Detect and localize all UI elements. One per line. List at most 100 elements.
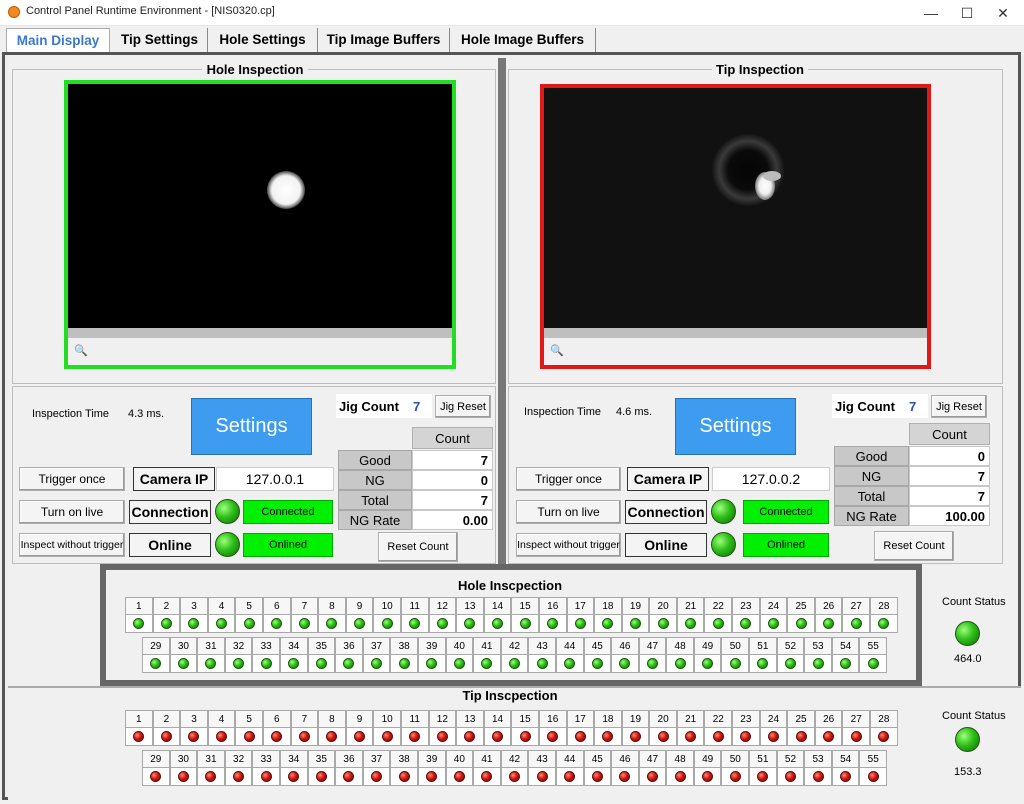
tip-jig-cell: 21 [676, 710, 705, 746]
tip-jig-number: 15 [512, 711, 538, 728]
zoom-icon[interactable]: 🔍 [74, 344, 88, 357]
hole-jig-reset-button[interactable]: Jig Reset [435, 395, 491, 418]
tip-inspect-without-trigger-button[interactable]: Inspect without trigger [516, 533, 621, 557]
tip-jig-number: 22 [705, 711, 732, 728]
hole-jig-cell: 38 [390, 637, 418, 673]
hole-jig-cell: 50 [721, 637, 750, 673]
zoom-icon[interactable]: 🔍 [550, 344, 564, 357]
hole-count-header: Count [412, 427, 493, 449]
tip-jig-number: 24 [760, 711, 787, 728]
tip-jig-cell: 46 [611, 750, 639, 786]
hole-jig-number: 31 [198, 638, 224, 655]
tip-spot-graphic [712, 134, 784, 206]
hole-jig-led [233, 658, 245, 669]
hole-jig-number: 37 [363, 638, 390, 655]
tip-jig-number: 55 [860, 751, 887, 768]
hole-image-scrollbar[interactable] [68, 328, 452, 338]
hole-jig-led [840, 658, 852, 669]
tip-good-label: Good [834, 446, 909, 466]
tip-jig-cell: 39 [417, 750, 446, 786]
minimize-button[interactable]: — [914, 0, 948, 26]
hole-connection-status: Connected [243, 500, 333, 524]
tip-jig-number: 17 [567, 711, 594, 728]
hole-reset-count-button[interactable]: Reset Count [378, 532, 458, 562]
tip-grid-title: Tip Inscpection [440, 688, 580, 703]
hole-jig-indicator-cell [622, 615, 649, 632]
tip-jig-cell: 36 [335, 750, 363, 786]
tab-tip-image-buffers[interactable]: Tip Image Buffers [318, 28, 450, 52]
tip-jig-led [371, 771, 383, 782]
hole-jig-cell: 43 [528, 637, 556, 673]
tab-main-display[interactable]: Main Display [6, 28, 110, 52]
tip-image-scrollbar[interactable] [544, 328, 927, 338]
hole-ng-label: NG [338, 470, 412, 490]
hole-trigger-once-button[interactable]: Trigger once [19, 467, 125, 491]
hole-jig-led [205, 658, 217, 669]
hole-jig-led [509, 658, 521, 669]
hole-jig-led [767, 618, 779, 629]
tip-jig-led [160, 731, 172, 742]
tip-jig-cell: 12 [428, 710, 457, 746]
hole-jig-led [878, 618, 890, 629]
tab-hole-image-buffers[interactable]: Hole Image Buffers [450, 28, 596, 52]
tip-jig-cell: 13 [456, 710, 484, 746]
hole-jig-cell: 34 [279, 637, 308, 673]
hole-turn-on-live-button[interactable]: Turn on live [19, 500, 125, 524]
tip-jig-led [840, 771, 852, 782]
tip-settings-button[interactable]: Settings [675, 398, 796, 455]
hole-jig-number: 55 [860, 638, 887, 655]
tip-camera-ip-field[interactable]: 127.0.0.2 [712, 467, 830, 491]
tip-jig-cell: 2 [152, 710, 181, 746]
tip-trigger-once-button[interactable]: Trigger once [516, 467, 621, 491]
hole-jig-indicator-cell [595, 615, 621, 632]
tip-jig-indicator-cell [584, 768, 611, 785]
tip-jig-led [519, 731, 531, 742]
tip-jig-indicator-cell [319, 728, 345, 745]
hole-good-value: 7 [412, 450, 493, 470]
tip-jig-indicator-cell [208, 728, 235, 745]
tip-jig-led [657, 731, 669, 742]
hole-jig-led [729, 658, 741, 669]
tab-tip-settings[interactable]: Tip Settings [112, 28, 208, 52]
tip-jig-number: 48 [667, 751, 693, 768]
hole-image-footer: 🔍 [68, 338, 452, 365]
close-button[interactable]: ✕ [986, 0, 1020, 26]
maximize-button[interactable]: ☐ [950, 0, 984, 26]
hole-jig-cell: 27 [842, 597, 871, 633]
tip-jig-indicator-cell [667, 768, 693, 785]
tip-jig-led [133, 731, 145, 742]
tip-jig-indicator-cell [253, 768, 279, 785]
tip-jig-led [150, 771, 162, 782]
hole-inspect-without-trigger-button[interactable]: Inspect without trigger [19, 533, 125, 557]
tip-camera-image[interactable] [544, 88, 927, 328]
title-bar: Control Panel Runtime Environment - [NIS… [0, 0, 1024, 26]
tip-jig-number: 20 [650, 711, 676, 728]
tip-jig-indicator-cell [567, 728, 594, 745]
tip-reset-count-button[interactable]: Reset Count [874, 531, 954, 561]
tip-jig-led [619, 771, 631, 782]
tip-jig-cell: 7 [290, 710, 319, 746]
tip-jig-cell: 9 [345, 710, 374, 746]
tip-jig-indicator-cell [418, 768, 445, 785]
hole-jig-led [288, 658, 300, 669]
hole-settings-button[interactable]: Settings [191, 398, 312, 455]
hole-jig-led [315, 658, 327, 669]
tip-jig-led [243, 731, 255, 742]
tip-turn-on-live-button[interactable]: Turn on live [516, 500, 621, 524]
tip-jig-cell: 53 [804, 750, 832, 786]
tip-jig-number: 14 [484, 711, 511, 728]
tip-jig-cell: 38 [390, 750, 418, 786]
tip-jig-indicator-cell [474, 768, 500, 785]
tip-jig-cell: 32 [224, 750, 253, 786]
hole-jig-cell: 37 [362, 637, 391, 673]
hole-count-status-led [955, 621, 980, 646]
tip-jig-cell: 8 [318, 710, 346, 746]
tab-hole-settings[interactable]: Hole Settings [208, 28, 318, 52]
tip-jig-reset-button[interactable]: Jig Reset [931, 395, 987, 418]
hole-jig-indicator-cell [280, 655, 307, 672]
tip-jig-number: 44 [556, 751, 583, 768]
hole-online-status: Onlined [243, 533, 333, 557]
hole-camera-image[interactable] [68, 84, 452, 328]
hole-jig-led [812, 658, 824, 669]
hole-camera-ip-field[interactable]: 127.0.0.1 [216, 467, 334, 491]
